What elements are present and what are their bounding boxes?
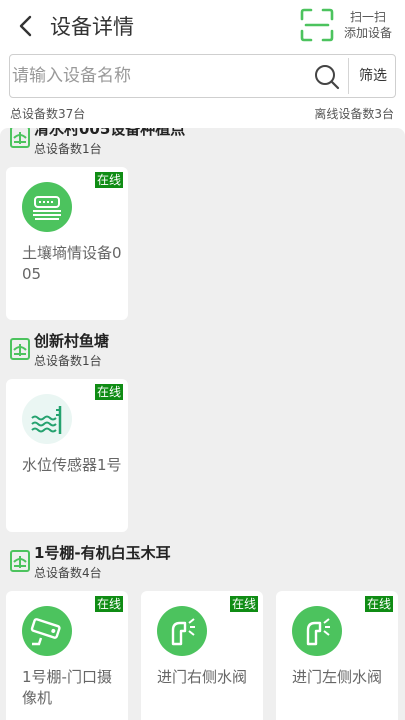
planting-site-icon	[10, 128, 30, 148]
device-card[interactable]: 在线 1号棚-门口摄像机	[6, 591, 128, 720]
filter-button[interactable]: 筛选	[350, 55, 396, 97]
scan-icon	[300, 8, 334, 42]
device-stats: 总设备数37台 离线设备数3台	[0, 103, 405, 123]
device-card[interactable]: 在线 土壤墒情设备005	[6, 167, 128, 320]
device-list[interactable]: 清水村005设备种植点 总设备数1台 在线 土壤墒情设备005 创新村鱼塘 总设…	[0, 128, 405, 720]
group-name: 清水村005设备种植点	[34, 128, 186, 138]
device-group: 清水村005设备种植点 总设备数1台 在线 土壤墒情设备005	[0, 128, 405, 330]
back-arrow-icon[interactable]	[12, 12, 40, 40]
page-title: 设备详情	[50, 15, 134, 39]
planting-site-icon	[10, 550, 30, 572]
planting-site-icon	[10, 338, 30, 360]
scan-label-line1: 扫一扫	[349, 10, 386, 24]
group-device-count: 总设备数1台	[34, 354, 102, 368]
device-card[interactable]: 在线 水位传感器1号	[6, 379, 128, 532]
online-status-badge: 在线	[94, 384, 123, 400]
water-valve-icon	[292, 606, 342, 656]
device-card[interactable]: 在线 进门右侧水阀	[141, 591, 263, 720]
device-card[interactable]: 在线 进门左侧水阀	[276, 591, 398, 720]
water-level-icon	[22, 394, 72, 444]
water-valve-icon	[157, 606, 207, 656]
scan-label: 扫一扫 添加设备	[338, 9, 398, 41]
device-name: 进门左侧水阀	[292, 668, 383, 686]
online-status-badge: 在线	[229, 596, 258, 612]
group-device-count: 总设备数4台	[34, 566, 102, 580]
device-name: 土壤墒情设备005	[22, 244, 122, 283]
soil-sensor-icon	[22, 182, 72, 232]
scan-label-line2: 添加设备	[343, 26, 392, 40]
header: 设备详情 扫一扫 添加设备	[0, 0, 405, 52]
online-status-badge: 在线	[94, 172, 123, 188]
total-devices-count: 总设备数37台	[10, 107, 86, 121]
online-status-badge: 在线	[94, 596, 123, 612]
device-name: 1号棚-门口摄像机	[22, 668, 112, 707]
search-icon[interactable]	[314, 64, 340, 90]
search-input[interactable]	[10, 55, 310, 97]
device-name: 水位传感器1号	[22, 456, 122, 474]
camera-icon	[22, 606, 72, 656]
scan-add-device-button[interactable]: 扫一扫 添加设备	[298, 6, 398, 46]
group-device-count: 总设备数1台	[34, 142, 102, 156]
search-divider	[348, 58, 349, 94]
online-status-badge: 在线	[364, 596, 393, 612]
device-group: 1号棚-有机白玉木耳 总设备数4台 在线 1号棚-门口摄像机 在线 进门右侧水阀…	[0, 542, 405, 720]
group-name: 创新村鱼塘	[34, 332, 110, 350]
search-bar: 筛选	[9, 54, 396, 98]
offline-devices-count: 离线设备数3台	[314, 107, 394, 121]
device-group: 创新村鱼塘 总设备数1台 在线 水位传感器1号	[0, 330, 405, 542]
group-name: 1号棚-有机白玉木耳	[34, 544, 171, 562]
device-name: 进门右侧水阀	[157, 668, 248, 686]
